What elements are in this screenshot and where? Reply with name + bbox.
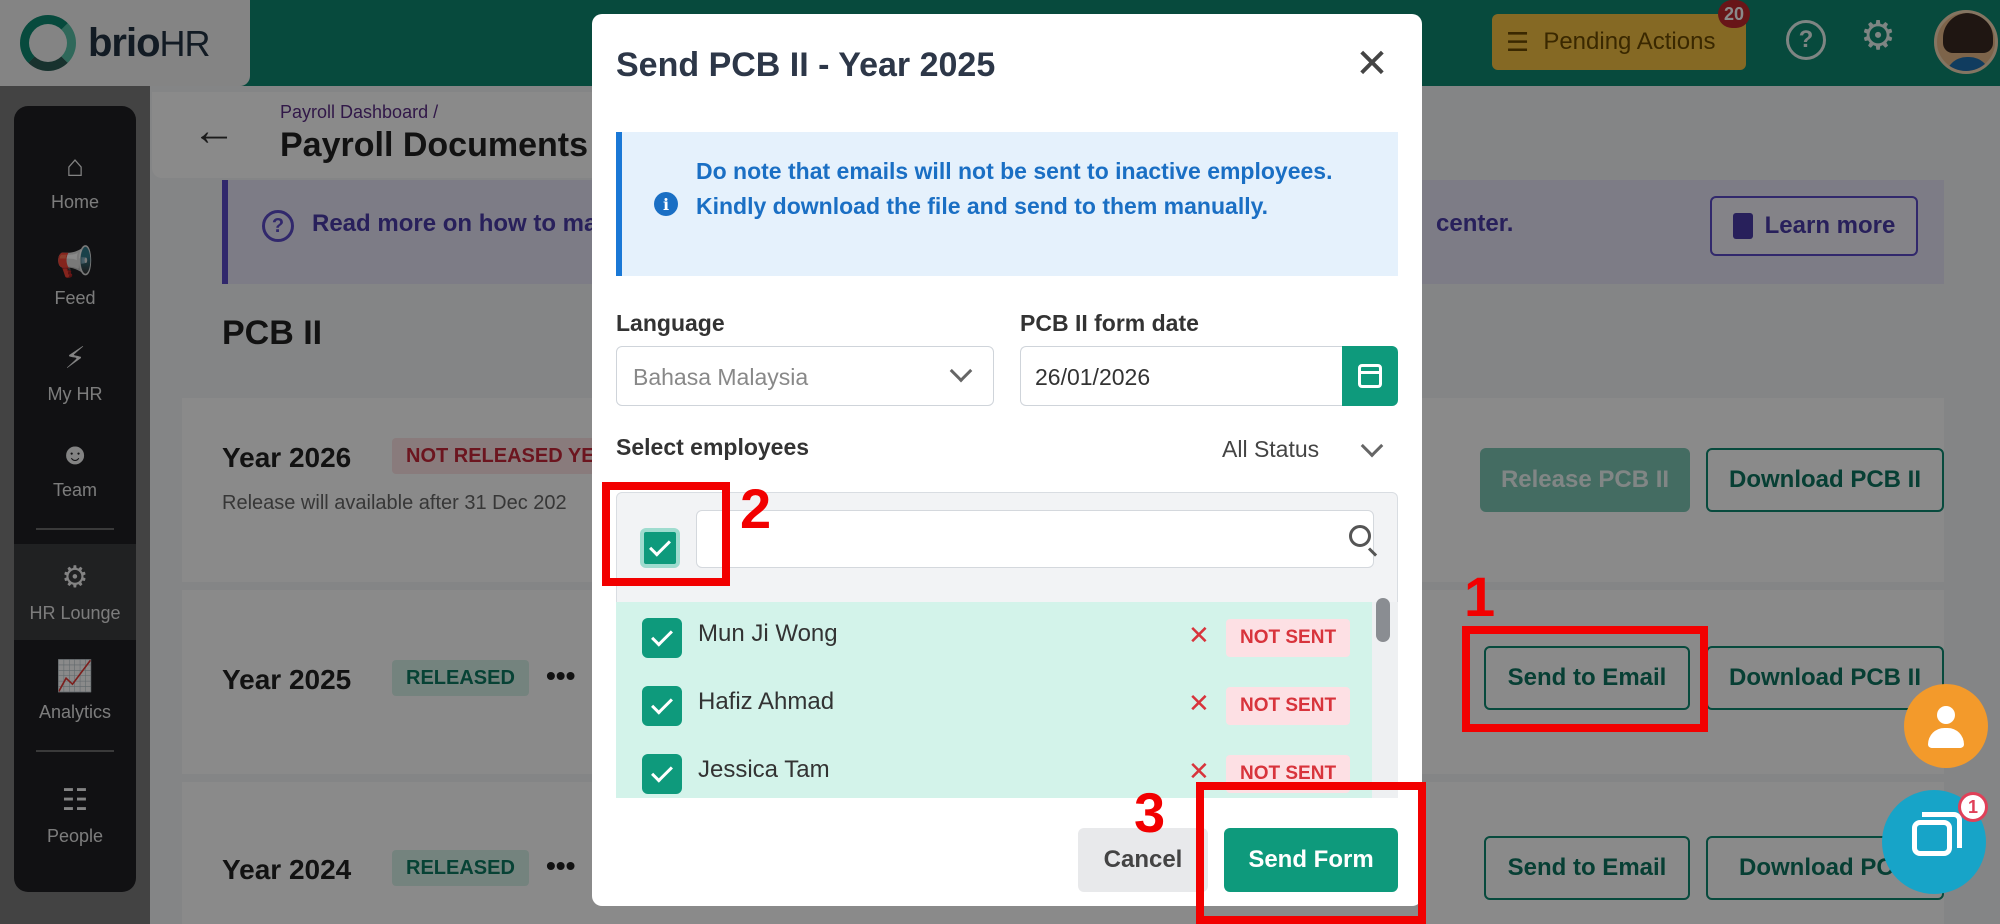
modal-title: Send PCB II - Year 2025 (616, 46, 996, 84)
alert-text: Do note that emails will not be sent to … (696, 158, 1333, 219)
list-item[interactable]: Mun Ji Wong ✕ NOT SENT (616, 602, 1372, 672)
language-value: Bahasa Malaysia (633, 364, 809, 390)
send-pcb-modal: Send PCB II - Year 2025 ✕ i Do note that… (592, 14, 1422, 906)
person-icon (1937, 706, 1955, 724)
employee-name: Jessica Tam (698, 756, 830, 783)
date-picker-button[interactable] (1342, 346, 1398, 406)
status-badge: NOT SENT (1226, 687, 1351, 725)
search-icon (1349, 525, 1371, 547)
employee-name: Mun Ji Wong (698, 620, 838, 647)
close-icon[interactable]: ✕ (1352, 44, 1392, 84)
status-filter-dropdown[interactable]: All Status (1222, 436, 1319, 463)
employee-checkbox[interactable] (642, 754, 682, 794)
form-date-field[interactable]: 26/01/2026 (1020, 346, 1342, 406)
employee-name: Hafiz Ahmad (698, 688, 835, 715)
employee-list: Mun Ji Wong ✕ NOT SENT Hafiz Ahmad ✕ NOT… (616, 602, 1372, 798)
chevron-down-icon (949, 359, 973, 383)
annotation-number-2: 2 (740, 477, 772, 540)
check-icon (651, 692, 673, 715)
language-label: Language (616, 310, 725, 336)
employee-checkbox[interactable] (642, 618, 682, 658)
status-filter-value: All Status (1222, 436, 1320, 462)
annotation-box-2 (602, 482, 730, 586)
status-badge: NOT SENT (1226, 619, 1351, 657)
cross-icon: ✕ (1188, 620, 1210, 650)
employee-checkbox[interactable] (642, 686, 682, 726)
annotation-number-1: 1 (1464, 565, 1496, 628)
employee-search-input[interactable] (696, 510, 1374, 568)
calendar-icon (1358, 364, 1382, 388)
form-date-label: PCB II form date (1020, 310, 1199, 336)
chat-unread-badge: 1 (1958, 792, 1988, 822)
check-icon (651, 760, 673, 783)
list-item[interactable]: Hafiz Ahmad ✕ NOT SENT (616, 672, 1372, 742)
select-employees-label: Select employees (616, 434, 810, 460)
annotation-number-3: 3 (1134, 781, 1166, 844)
annotation-box-1 (1462, 626, 1708, 732)
inactive-employees-alert: i Do note that emails will not be sent t… (616, 132, 1398, 276)
cross-icon: ✕ (1188, 688, 1210, 718)
form-date-value: 26/01/2026 (1035, 364, 1151, 390)
check-icon (651, 624, 673, 647)
chevron-down-icon[interactable] (1360, 434, 1384, 458)
info-icon: i (654, 192, 678, 216)
profile-fab-button[interactable] (1904, 684, 1988, 768)
scrollbar-thumb[interactable] (1376, 598, 1390, 642)
annotation-box-3 (1196, 782, 1426, 924)
language-select[interactable]: Bahasa Malaysia (616, 346, 994, 406)
